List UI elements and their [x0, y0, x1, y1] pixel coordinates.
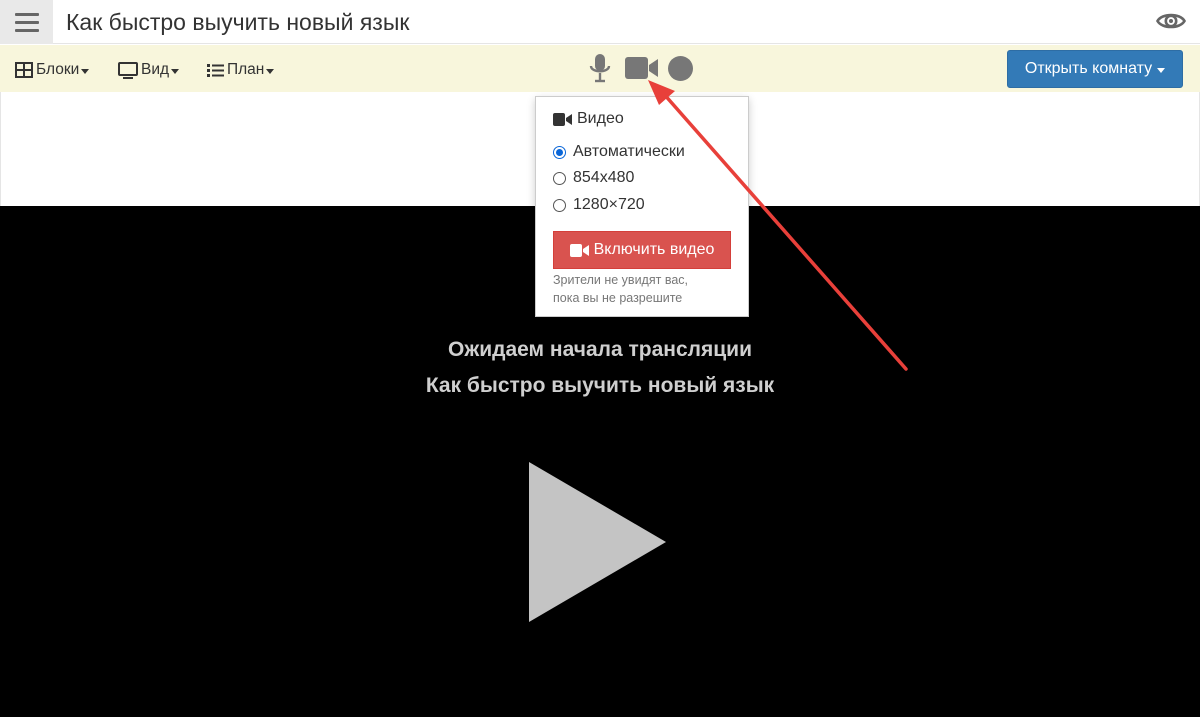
radio-button[interactable] [553, 171, 566, 185]
waiting-message: Ожидаем начала трансляции [448, 338, 752, 361]
eye-icon[interactable] [1156, 8, 1186, 34]
record-icon[interactable] [668, 56, 693, 81]
hamburger-line [14, 28, 39, 32]
resolution-option-auto[interactable]: Автоматически [553, 143, 685, 161]
blocks-label: Блоки [36, 61, 80, 78]
microphone-icon[interactable] [588, 53, 612, 83]
popover-heading-label: Видео [577, 110, 624, 127]
radio-button[interactable] [553, 198, 566, 212]
option-label: 1280×720 [573, 196, 645, 213]
plan-label: План [227, 61, 265, 78]
privacy-note: Зрители не увидят вас, пока вы не разреш… [553, 271, 738, 307]
hamburger-menu-button[interactable] [0, 0, 53, 44]
player-status-text: Ожидаем начала трансляции Как быстро выу… [0, 332, 1200, 404]
stream-title: Как быстро выучить новый язык [425, 374, 775, 397]
privacy-note-line: Зрители не увидят вас, [553, 273, 688, 287]
view-label: Вид [141, 61, 170, 78]
video-camera-icon[interactable] [625, 57, 659, 79]
resolution-option-1280x720[interactable]: 1280×720 [553, 196, 645, 214]
plan-dropdown[interactable]: План [207, 59, 275, 81]
page-title: Как быстро выучить новый язык [66, 9, 410, 35]
open-room-label: Открыть комнату [1024, 60, 1153, 77]
radio-button[interactable] [553, 145, 566, 159]
caret-down-icon [81, 68, 90, 74]
app-window: Как быстро выучить новый язык Блоки Вид [0, 0, 1200, 717]
video-camera-icon [553, 112, 572, 126]
title-bar: Как быстро выучить новый язык [0, 0, 1200, 44]
list-icon [207, 63, 224, 77]
resolution-option-854x480[interactable]: 854x480 [553, 169, 634, 187]
play-icon[interactable] [528, 461, 668, 623]
open-room-button[interactable]: Открыть комнату [1007, 50, 1183, 88]
option-label: 854x480 [573, 169, 635, 186]
popover-heading: Видео [553, 110, 624, 128]
privacy-note-line: пока вы не разрешите [553, 291, 683, 305]
caret-down-icon [1157, 67, 1166, 73]
enable-video-button[interactable]: Включить видео [553, 231, 731, 269]
grid-icon [15, 62, 33, 78]
caret-down-icon [171, 68, 180, 74]
hamburger-line [14, 12, 39, 16]
blocks-dropdown[interactable]: Блоки [15, 59, 90, 81]
view-dropdown[interactable]: Вид [118, 59, 180, 81]
video-settings-popover: Видео Автоматически 854x480 1280×720 Вкл… [535, 96, 749, 317]
option-label: Автоматически [573, 143, 685, 160]
caret-down-icon [266, 68, 275, 74]
hamburger-line [14, 20, 39, 24]
enable-video-label: Включить видео [593, 241, 715, 258]
video-camera-icon [569, 243, 589, 257]
monitor-icon [118, 61, 138, 79]
